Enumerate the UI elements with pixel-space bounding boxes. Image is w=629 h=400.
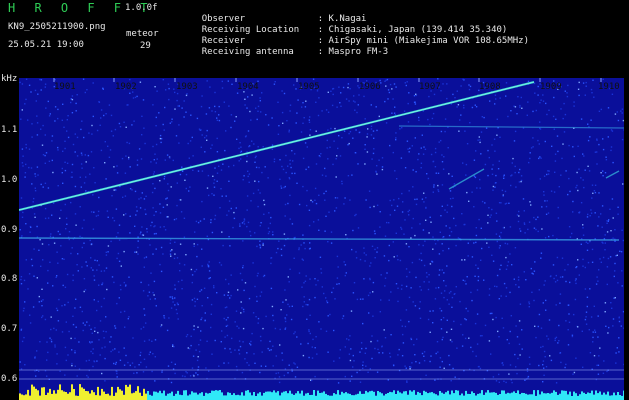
y-tick-label: 0.6 xyxy=(1,374,18,384)
x-tick-label: 1904 xyxy=(237,82,259,92)
y-tick-label: 1.1 xyxy=(1,125,18,135)
meteor-count: 29 xyxy=(140,41,151,51)
timestamp-label: 25.05.21 19:00 xyxy=(8,40,84,50)
y-tick-label: 1.0 xyxy=(1,175,18,185)
info-value: : Maspro FM-3 xyxy=(317,47,389,57)
x-tick-label: 1910 xyxy=(598,82,620,92)
info-row-antenna: Receiving antenna : Maspro FM-3 xyxy=(180,36,388,69)
x-tick-label: 1901 xyxy=(54,82,76,92)
y-tick-label: 0.7 xyxy=(1,324,18,334)
x-tick-label: 1903 xyxy=(176,82,198,92)
meteor-label: meteor xyxy=(126,29,159,39)
y-axis-unit: kHz xyxy=(1,74,18,84)
y-tick-label: 0.9 xyxy=(1,225,18,235)
x-tick-label: 1907 xyxy=(419,82,441,92)
x-tick-label: 1902 xyxy=(115,82,137,92)
y-tick-label: 0.8 xyxy=(1,274,18,284)
spectrogram-panel xyxy=(19,78,624,400)
x-tick-label: 1906 xyxy=(359,82,381,92)
filename-label: KN9_2505211900.png xyxy=(8,22,106,32)
x-tick-label: 1909 xyxy=(540,82,562,92)
x-tick-label: 1905 xyxy=(298,82,320,92)
info-label: Receiving antenna xyxy=(201,47,294,57)
version-label: 1.0.0f xyxy=(125,3,158,13)
x-tick-label: 1908 xyxy=(479,82,501,92)
station-info-panel: Observer: K.Nagai Receiving Location: Ch… xyxy=(174,0,529,57)
